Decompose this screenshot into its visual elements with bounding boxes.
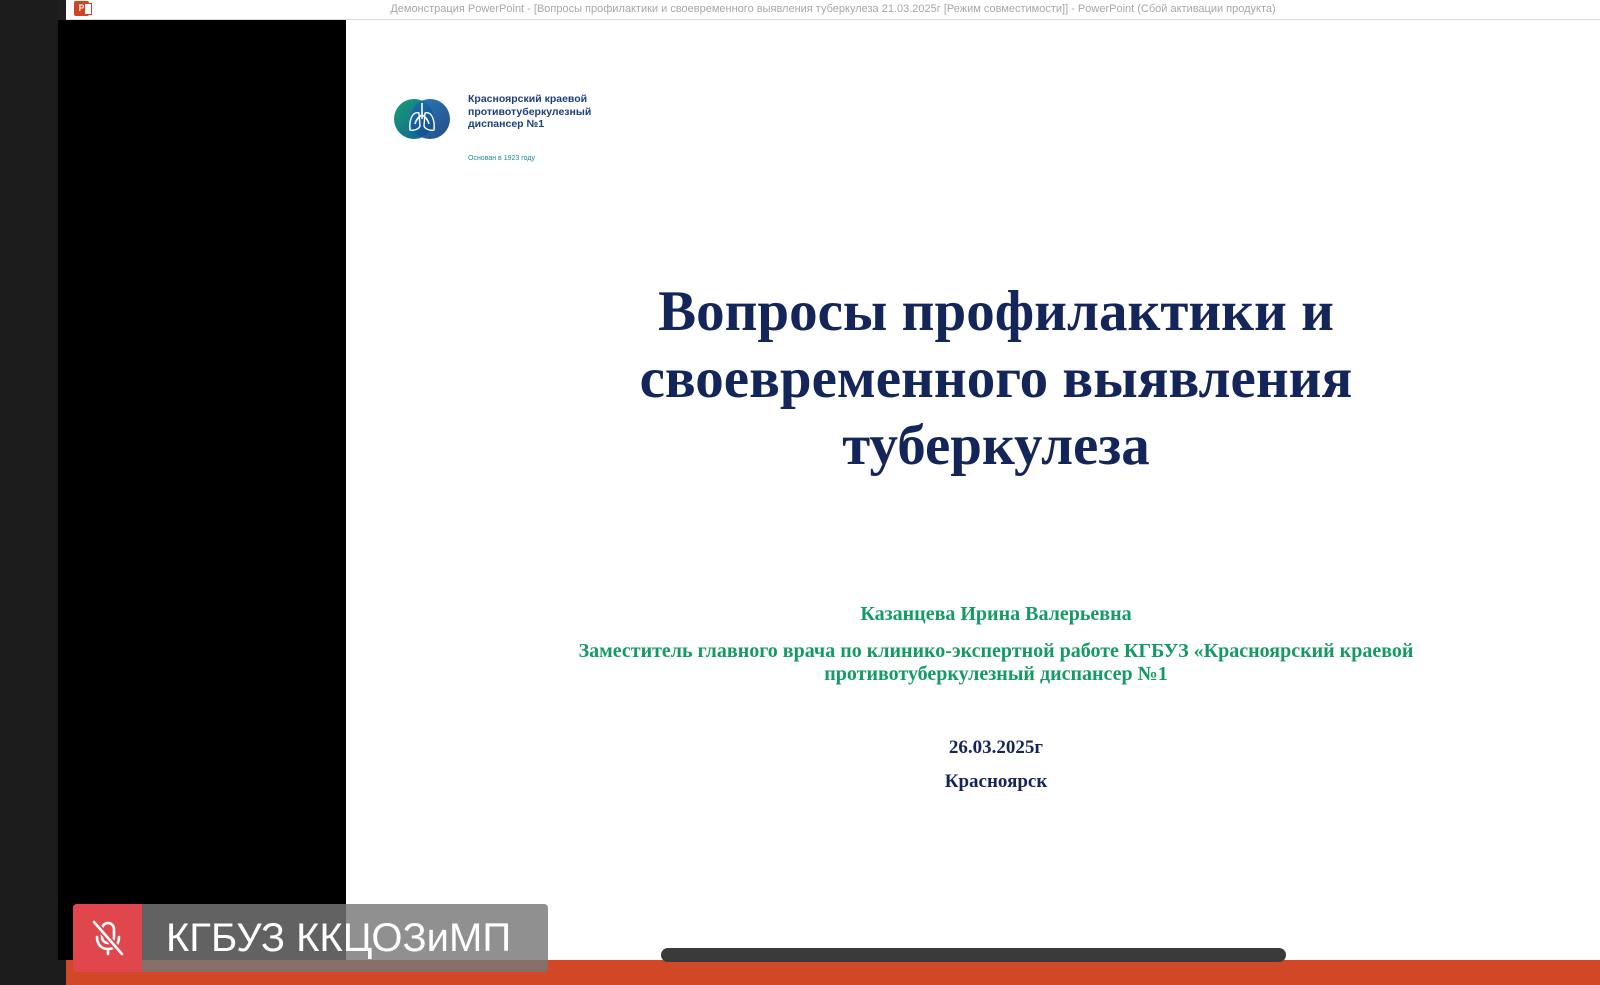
presentation-date: 26.03.2025г [948,737,1044,758]
app-icon-doc [84,3,92,15]
dispensary-logo: Красноярский краевой противотуберкулезны… [392,90,612,170]
slide-title-line3: туберкулеза [842,414,1150,477]
participant-tile[interactable]: КГБУЗ ККЦОЗиМП [73,904,548,972]
author-position: Заместитель главного врача по клинико-эк… [496,640,1496,686]
horizontal-scrollbar[interactable] [661,948,1286,962]
shared-screen-black-area [58,20,346,960]
presentation-slide: Красноярский краевой противотуберкулезны… [346,20,1600,960]
mic-off-icon [91,919,125,957]
powerpoint-app-icon[interactable]: P [74,1,92,16]
slide-title-line2: своевременного выявления [639,347,1353,410]
lungs-logo-icon [394,99,450,139]
slide-title: Вопросы профилактики и своевременного вы… [496,278,1496,479]
participant-name: КГБУЗ ККЦОЗиМП [166,916,512,960]
logo-name-line1: Красноярский краевой [468,93,588,105]
screen: P Демонстрация PowerPoint - [Вопросы про… [0,0,1600,985]
logo-name-line3: диспансер №1 [468,118,545,130]
author-position-line1: Заместитель главного врача по клинико-эк… [578,640,1414,662]
logo-founded: Основан в 1923 году [468,155,535,162]
mic-muted-badge[interactable] [73,904,142,972]
presentation-city: Красноярск [944,771,1048,792]
logo-name-line2: противотуберкулезный [468,105,592,118]
slide-title-line1: Вопросы профилактики и [658,280,1334,343]
bottom-left-strip [58,960,66,985]
window-title: Демонстрация PowerPoint - [Вопросы профи… [390,3,1276,15]
logo-name: Красноярский краевой противотуберкулезны… [468,93,618,131]
author-position-line2: противотуберкулезный диспансер №1 [824,663,1168,685]
author-name: Казанцева Ирина Валерьевна [860,603,1132,625]
left-border [0,0,58,985]
powerpoint-titlebar[interactable]: P Демонстрация PowerPoint - [Вопросы про… [66,0,1600,20]
